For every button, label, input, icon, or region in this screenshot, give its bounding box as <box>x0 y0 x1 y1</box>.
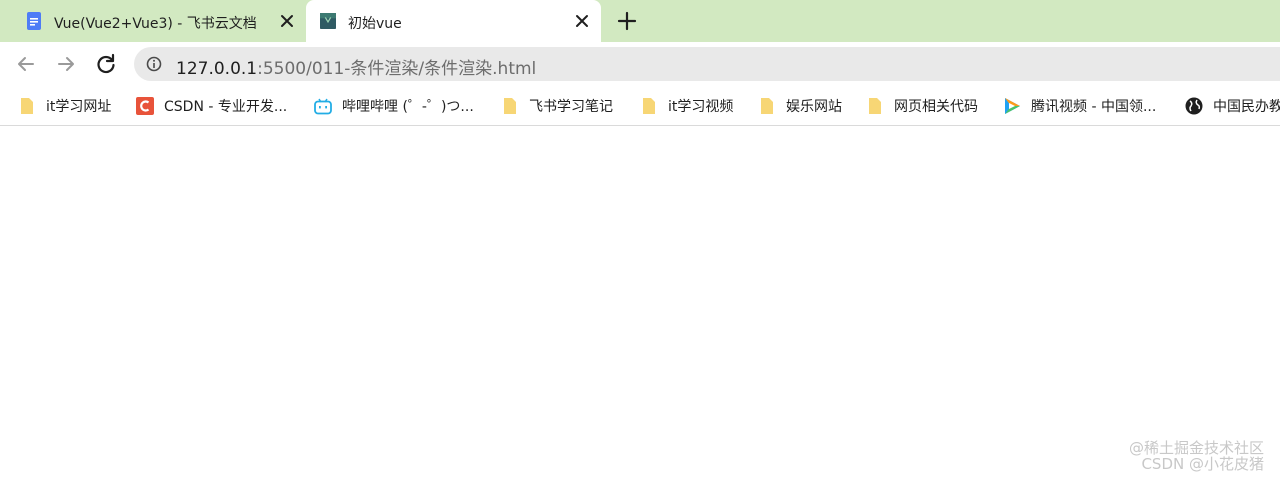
url-path: :5500/011-条件渲染/条件渲染.html <box>257 59 537 79</box>
csdn-icon <box>136 97 154 115</box>
bookmark-tencent-video[interactable]: 腾讯视频 - 中国领... <box>1003 96 1156 116</box>
tab-active[interactable]: 初始vue <box>306 0 601 42</box>
bookmark-private-edu[interactable]: 中国民办教 <box>1185 96 1280 116</box>
bookmark-label: it学习网址 <box>46 99 112 115</box>
tab-vue-docs[interactable]: Vue(Vue2+Vue3) - 飞书云文档 <box>8 0 304 42</box>
bookmark-web-code[interactable]: 网页相关代码 <box>866 96 978 116</box>
close-icon[interactable] <box>573 12 591 30</box>
bookmark-bilibili[interactable]: 哔哩哔哩 (゜-゜)つ... <box>314 96 474 116</box>
globe-icon <box>1185 97 1203 115</box>
browser-toolbar: 127.0.0.1:5500/011-条件渲染/条件渲染.html <box>0 42 1280 86</box>
bookmark-label: 中国民办教 <box>1213 99 1280 115</box>
folder-icon <box>869 98 881 114</box>
back-arrow-icon[interactable] <box>14 52 38 76</box>
bookmark-csdn[interactable]: CSDN - 专业开发... <box>136 96 287 116</box>
bookmark-entertainment[interactable]: 娱乐网站 <box>758 96 842 116</box>
new-tab-icon[interactable] <box>616 10 638 32</box>
info-icon[interactable] <box>146 56 162 72</box>
bookmark-it-videos[interactable]: it学习视频 <box>640 96 733 116</box>
bookmark-label: 腾讯视频 - 中国领... <box>1031 99 1157 115</box>
bilibili-icon <box>314 98 332 115</box>
folder-icon <box>504 98 516 114</box>
bookmark-label: 娱乐网站 <box>786 99 842 115</box>
address-bar[interactable]: 127.0.0.1:5500/011-条件渲染/条件渲染.html <box>134 47 1280 81</box>
document-icon <box>27 12 41 30</box>
tab-title: Vue(Vue2+Vue3) - 飞书云文档 <box>54 16 257 32</box>
url-host: 127.0.0.1 <box>176 59 258 79</box>
folder-icon <box>643 98 655 114</box>
folder-icon <box>21 98 33 114</box>
bookmark-it-sites[interactable]: it学习网址 <box>18 96 111 116</box>
tab-title: 初始vue <box>348 16 402 32</box>
forward-arrow-icon[interactable] <box>54 52 78 76</box>
folder-icon <box>761 98 773 114</box>
tab-strip: Vue(Vue2+Vue3) - 飞书云文档 初始vue <box>0 0 1280 42</box>
close-icon[interactable] <box>278 12 296 30</box>
tencent-video-icon <box>1005 98 1020 114</box>
bookmark-label: 飞书学习笔记 <box>529 99 613 115</box>
bookmark-label: 网页相关代码 <box>894 99 978 115</box>
reload-icon[interactable] <box>94 52 118 76</box>
bookmark-label: it学习视频 <box>668 99 734 115</box>
watermark-line-1: @稀土掘金技术社区 <box>1128 439 1264 457</box>
bookmarks-bar: it学习网址 CSDN - 专业开发... 哔哩哔哩 (゜-゜)つ... 飞书学… <box>0 86 1280 126</box>
vue-icon <box>320 13 336 29</box>
watermark: @稀土掘金技术社区 CSDN @小花皮猪 <box>1129 440 1264 472</box>
bookmark-label: 哔哩哔哩 (゜-゜)つ... <box>342 99 474 115</box>
url-text[interactable]: 127.0.0.1:5500/011-条件渲染/条件渲染.html <box>176 54 536 79</box>
bookmark-feishu-notes[interactable]: 飞书学习笔记 <box>501 96 613 116</box>
watermark-line-2: CSDN @小花皮猪 <box>1141 455 1264 473</box>
bookmark-label: CSDN - 专业开发... <box>164 99 288 115</box>
